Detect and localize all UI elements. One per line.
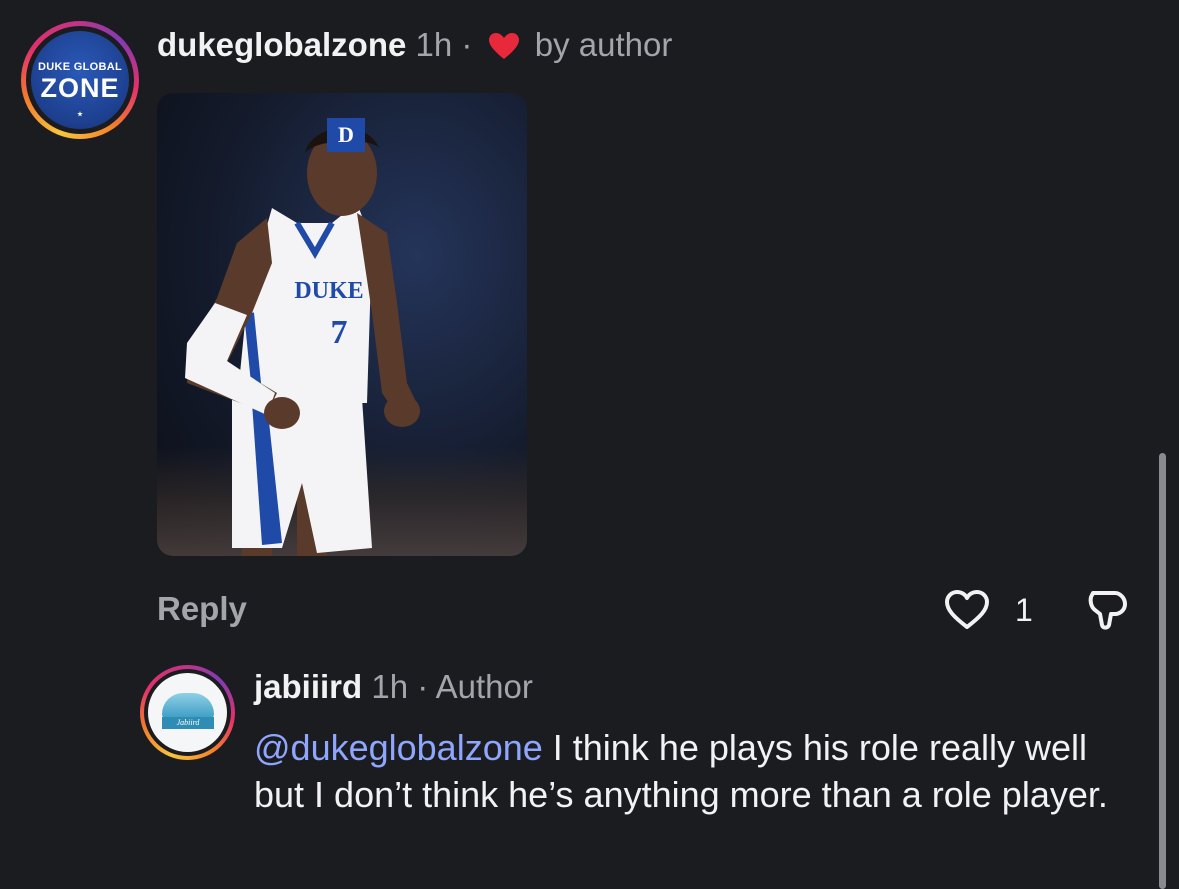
scrollbar[interactable] [1159, 453, 1166, 889]
wave-logo: Jabiird [148, 673, 227, 752]
reply-separator: · [417, 668, 429, 705]
reply-body: @dukeglobalzone I think he plays his rol… [254, 724, 1134, 818]
avatar[interactable]: DUKE GLOBAL ZONE [21, 21, 139, 139]
logo-text-line1: DUKE GLOBAL [38, 61, 122, 73]
author-badge: Author [435, 668, 533, 705]
reply-timestamp: 1h [371, 668, 409, 705]
liked-by-author-label: by author [534, 26, 673, 63]
reply-header: jabiiird 1h · Author [254, 668, 533, 706]
logo-label: Jabiird [162, 717, 214, 729]
username[interactable]: dukeglobalzone [157, 26, 406, 63]
comment-header: dukeglobalzone 1h · by author [157, 26, 672, 64]
heart-outline-icon[interactable] [944, 589, 990, 631]
thumbs-down-icon[interactable] [1085, 587, 1131, 633]
separator: · [461, 26, 473, 63]
duke-logo-badge: D [327, 118, 365, 152]
reply-avatar[interactable]: Jabiird [140, 665, 235, 760]
wave-icon [162, 693, 214, 719]
like-count: 1 [1015, 592, 1033, 628]
svg-text:DUKE: DUKE [294, 278, 363, 304]
heart-icon [488, 33, 519, 59]
comment-media[interactable]: DUKE 7 [157, 93, 527, 556]
mention-link[interactable]: @dukeglobalzone [254, 727, 543, 768]
timestamp: 1h [415, 26, 453, 63]
svg-text:7: 7 [331, 314, 348, 351]
duke-global-zone-logo: DUKE GLOBAL ZONE [31, 31, 129, 129]
logo-text-line2: ZONE [40, 73, 120, 103]
star-icon [77, 111, 83, 117]
basketball-player-photo: DUKE 7 [185, 127, 420, 556]
reply-username[interactable]: jabiiird [254, 668, 362, 705]
reply-button[interactable]: Reply [157, 590, 247, 628]
